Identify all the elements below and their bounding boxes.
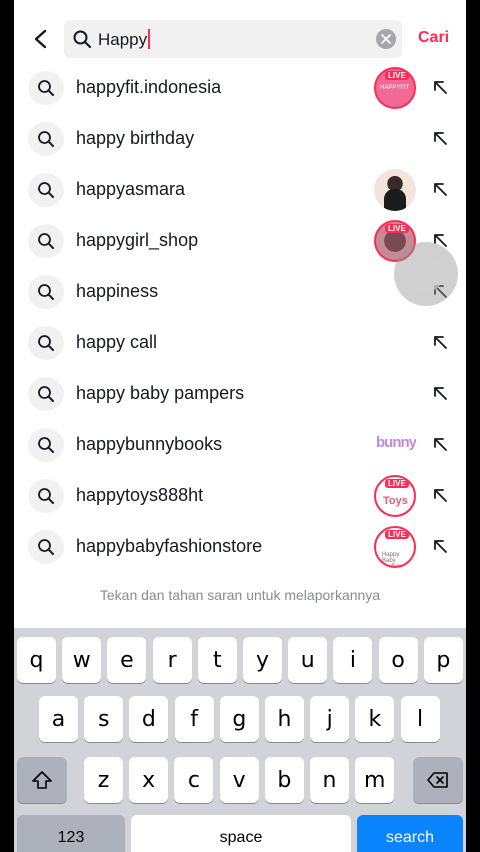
suggestion-avatar: bunny [374, 424, 416, 466]
suggestion-search-icon [28, 122, 64, 156]
suggestion-avatar: LIVE Toys [374, 475, 416, 517]
fill-arrow-icon[interactable] [430, 77, 450, 97]
clear-button[interactable] [376, 29, 396, 49]
key-n[interactable]: n [310, 757, 349, 803]
suggestion-search-icon [28, 71, 64, 105]
delete-icon [427, 772, 448, 788]
suggestion-item[interactable]: happy birthday [14, 113, 466, 164]
suggestion-search-icon [28, 377, 64, 411]
fill-arrow-icon[interactable] [430, 383, 450, 403]
suggestion-item[interactable]: happyfit.indonesia LIVE HAPPYFIT [14, 62, 466, 113]
suggestion-label: happy baby pampers [76, 383, 245, 403]
live-badge: LIVE [385, 224, 409, 233]
suggestion-search-icon [28, 479, 64, 513]
key-w[interactable]: w [62, 637, 102, 683]
search-icon [73, 30, 92, 49]
suggestion-label: happiness [76, 281, 159, 301]
suggestion-item[interactable]: happy call [14, 317, 466, 368]
touch-indicator [394, 242, 458, 306]
suggestion-search-icon [28, 275, 64, 309]
suggestion-label: happy birthday [76, 128, 195, 148]
key-y[interactable]: y [243, 637, 282, 683]
suggestion-avatar [374, 169, 416, 211]
key-e[interactable]: e [107, 637, 147, 683]
suggestion-label: happybunnybooks [76, 434, 223, 454]
key-k[interactable]: k [355, 696, 395, 742]
suggestion-item[interactable]: happytoys888ht LIVE Toys [14, 470, 466, 521]
search-input[interactable]: Happy [64, 20, 402, 58]
key-r[interactable]: r [152, 637, 192, 683]
suggestion-label: happybabyfashionstore [76, 536, 263, 556]
suggestion-search-icon [28, 173, 64, 207]
suggestion-search-icon [28, 224, 64, 258]
fill-arrow-icon[interactable] [430, 536, 450, 556]
key-s[interactable]: s [84, 696, 124, 742]
fill-arrow-icon[interactable] [430, 485, 450, 505]
avatar-logo-text: Toys [383, 495, 408, 507]
key-i[interactable]: i [333, 637, 373, 683]
suggestion-label: happyfit.indonesia [76, 77, 222, 97]
keyboard: q w e r t y u i o p a s d f g h j k l z x c v b n m 123 space search [14, 628, 466, 852]
shift-icon [32, 771, 52, 789]
key-l[interactable]: l [400, 696, 440, 742]
avatar-logo-text: HAPPYFIT [380, 85, 410, 91]
suggestion-label: happy call [76, 332, 158, 352]
suggestion-search-icon [28, 530, 64, 564]
search-key[interactable]: search [357, 815, 463, 852]
key-h[interactable]: h [265, 696, 304, 742]
key-q[interactable]: q [17, 637, 56, 683]
suggestion-search-icon [28, 326, 64, 360]
suggestion-item[interactable]: happyasmara [14, 164, 466, 215]
avatar-logo-text: bunny [376, 434, 416, 451]
fill-arrow-icon[interactable] [430, 179, 450, 199]
delete-key[interactable] [413, 757, 463, 803]
fill-arrow-icon[interactable] [430, 128, 450, 148]
key-x[interactable]: x [129, 757, 169, 803]
key-b[interactable]: b [264, 757, 304, 803]
suggestion-label: happytoys888ht [76, 485, 204, 505]
live-badge: LIVE [385, 530, 409, 539]
suggestion-list: happyfit.indonesia LIVE HAPPYFIT happy birt… [14, 62, 466, 572]
suggestion-avatar: LIVE Happy Baby Fashion [374, 526, 416, 568]
suggestion-label: happygirl_shop [76, 230, 199, 250]
fill-arrow-icon[interactable] [430, 332, 450, 352]
key-o[interactable]: o [378, 637, 418, 683]
key-p[interactable]: p [423, 637, 463, 683]
text-caret [148, 29, 151, 49]
search-submit-button[interactable]: Cari [418, 29, 449, 47]
suggestion-avatar: LIVE HAPPYFIT [374, 67, 416, 109]
avatar-logo-text: Happy Baby Fashion [382, 552, 404, 568]
search-query: Happy [98, 29, 151, 50]
fill-arrow-icon[interactable] [430, 434, 450, 454]
back-button[interactable] [26, 24, 56, 54]
key-f[interactable]: f [174, 696, 214, 742]
key-m[interactable]: m [355, 757, 395, 803]
key-g[interactable]: g [219, 696, 259, 742]
search-screen: Happy Cari happyfit.indonesia LIVE HAPPYFI… [14, 0, 466, 852]
suggestion-item[interactable]: happy baby pampers [14, 368, 466, 419]
live-badge: LIVE [385, 71, 409, 80]
key-z[interactable]: z [84, 757, 123, 803]
key-a[interactable]: a [39, 696, 78, 742]
space-key[interactable]: space [131, 815, 351, 852]
key-v[interactable]: v [219, 757, 259, 803]
suggestion-item[interactable]: happybabyfashionstore LIVE Happy Baby Fash… [14, 521, 466, 572]
clear-icon [381, 34, 391, 44]
live-badge: LIVE [385, 479, 409, 488]
suggestion-search-icon [28, 428, 64, 462]
numbers-key[interactable]: 123 [17, 815, 125, 852]
suggestion-item[interactable]: happybunnybooks bunny [14, 419, 466, 470]
suggestion-label: happyasmara [76, 179, 186, 199]
key-t[interactable]: t [197, 637, 237, 683]
report-hint: Tekan dan tahan saran untuk melaporkanny… [99, 587, 381, 603]
shift-key[interactable] [17, 757, 67, 803]
key-u[interactable]: u [288, 637, 328, 683]
key-j[interactable]: j [310, 696, 350, 742]
back-arrow-icon [34, 29, 47, 49]
key-d[interactable]: d [129, 696, 169, 742]
key-c[interactable]: c [174, 757, 214, 803]
